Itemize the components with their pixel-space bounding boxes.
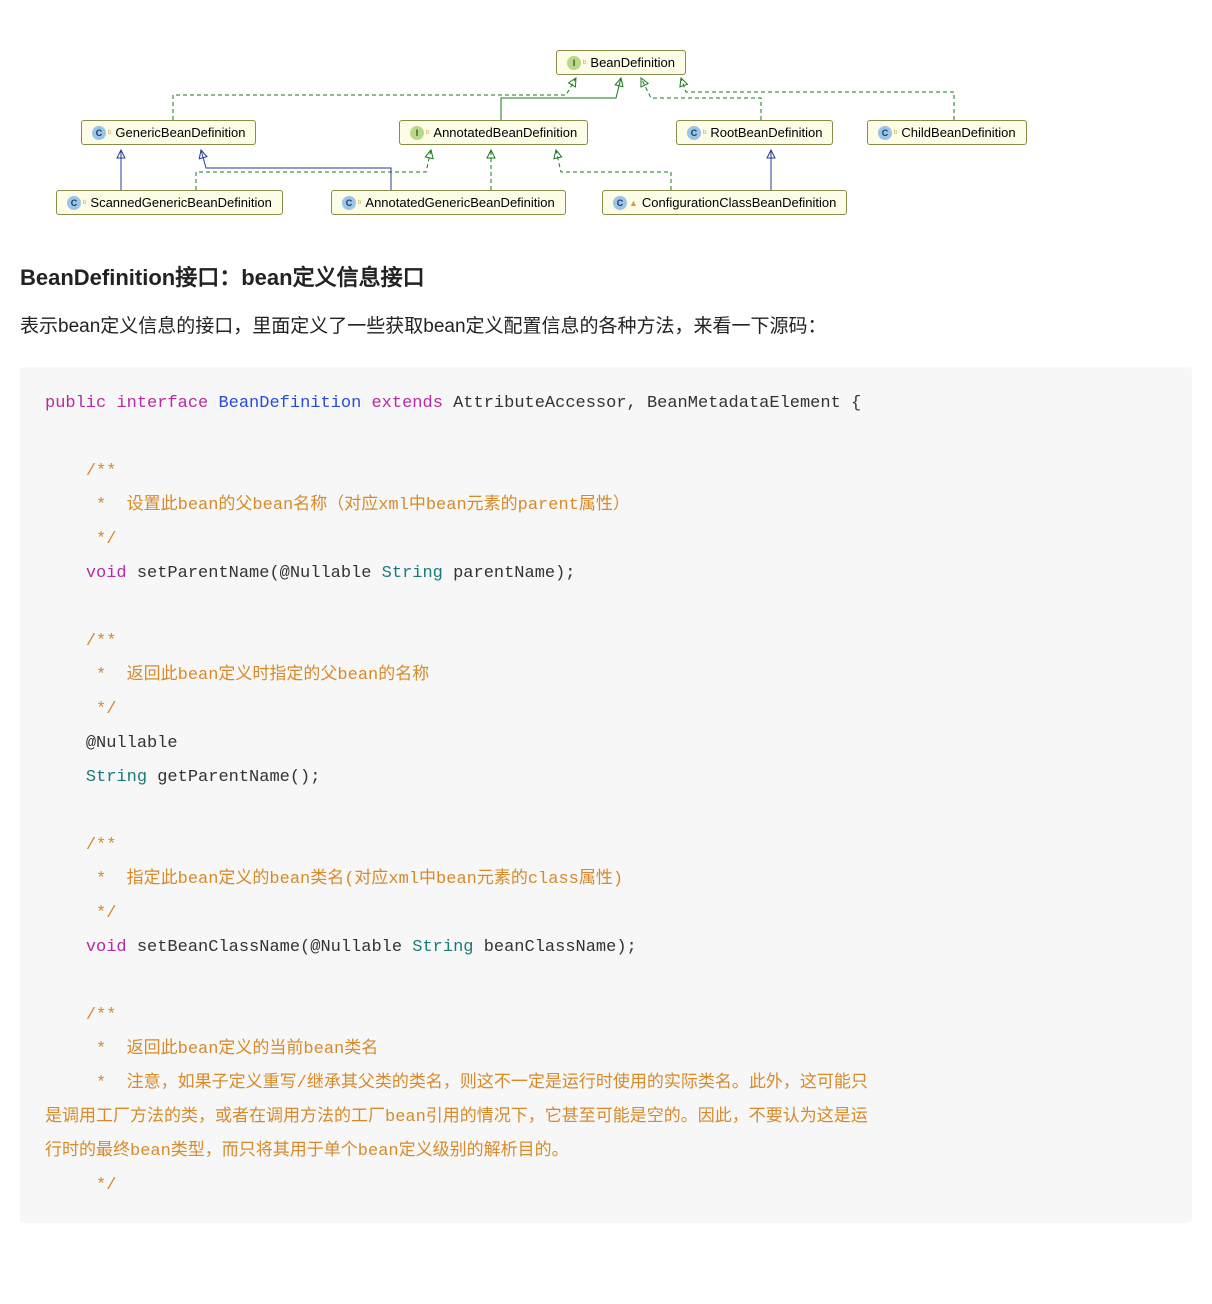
class-icon: C bbox=[67, 196, 81, 210]
sub-icon: ᵇ bbox=[358, 198, 361, 208]
class-icon: C bbox=[878, 126, 892, 140]
uml-label: RootBeanDefinition bbox=[710, 125, 822, 140]
uml-box-bd: Iᵇ BeanDefinition bbox=[556, 50, 686, 75]
code-comment: 是调用工厂方法的类，或者在调用方法的工厂bean引用的情况下，它甚至可能是空的。… bbox=[45, 1108, 868, 1127]
uml-label: ScannedGenericBeanDefinition bbox=[90, 195, 271, 210]
body-paragraph: 表示bean定义信息的接口，里面定义了一些获取bean定义配置信息的各种方法，来… bbox=[20, 312, 1192, 342]
code-comment: * 注意，如果子定义重写/继承其父类的类名，则这不一定是运行时使用的实际类名。此… bbox=[86, 1074, 868, 1093]
code-comment: /** bbox=[86, 462, 117, 481]
sub-icon: ᵇ bbox=[426, 128, 429, 138]
code-text: setParentName(@Nullable bbox=[127, 564, 382, 583]
code-keyword: void bbox=[86, 938, 127, 957]
code-text: setBeanClassName(@Nullable bbox=[127, 938, 413, 957]
uml-box-agbd: Cᵇ AnnotatedGenericBeanDefinition bbox=[331, 190, 566, 215]
uml-label: ChildBeanDefinition bbox=[901, 125, 1015, 140]
class-icon: C bbox=[92, 126, 106, 140]
class-diagram: Iᵇ BeanDefinition Cᵇ GenericBeanDefinition I… bbox=[21, 20, 1191, 220]
code-type: String bbox=[86, 768, 147, 787]
code-keyword: public bbox=[45, 394, 106, 413]
code-text: getParentName(); bbox=[147, 768, 320, 787]
class-icon: C bbox=[613, 196, 627, 210]
code-text: parentName); bbox=[443, 564, 576, 583]
code-comment: * 设置此bean的父bean名称（对应xml中bean元素的parent属性） bbox=[86, 496, 630, 515]
uml-box-abd: Iᵇ AnnotatedBeanDefinition bbox=[399, 120, 588, 145]
impl-icon: ▲ bbox=[629, 198, 638, 208]
code-classname: BeanDefinition bbox=[218, 394, 361, 413]
uml-box-cbd: Cᵇ ChildBeanDefinition bbox=[867, 120, 1027, 145]
code-comment: /** bbox=[86, 1006, 117, 1025]
uml-box-sgbd: Cᵇ ScannedGenericBeanDefinition bbox=[56, 190, 283, 215]
sub-icon: ᵇ bbox=[83, 198, 86, 208]
uml-label: BeanDefinition bbox=[590, 55, 675, 70]
code-keyword: void bbox=[86, 564, 127, 583]
interface-icon: I bbox=[410, 126, 424, 140]
interface-icon: I bbox=[567, 56, 581, 70]
code-type: String bbox=[382, 564, 443, 583]
code-comment: /** bbox=[86, 836, 117, 855]
uml-label: GenericBeanDefinition bbox=[115, 125, 245, 140]
sub-icon: ᵇ bbox=[703, 128, 706, 138]
class-icon: C bbox=[342, 196, 356, 210]
code-text: AttributeAccessor, BeanMetadataElement { bbox=[453, 394, 861, 413]
uml-box-rbd: Cᵇ RootBeanDefinition bbox=[676, 120, 833, 145]
uml-box-ccbd: C▲ ConfigurationClassBeanDefinition bbox=[602, 190, 847, 215]
code-comment: */ bbox=[86, 530, 117, 549]
uml-label: AnnotatedGenericBeanDefinition bbox=[365, 195, 554, 210]
code-comment: /** bbox=[86, 632, 117, 651]
code-comment: */ bbox=[86, 904, 117, 923]
code-comment: 行时的最终bean类型，而只将其用于单个bean定义级别的解析目的。 bbox=[45, 1142, 569, 1161]
section-heading: BeanDefinition接口：bean定义信息接口 bbox=[20, 260, 1192, 292]
code-type: String bbox=[412, 938, 473, 957]
sub-icon: ᵇ bbox=[894, 128, 897, 138]
sub-icon: ᵇ bbox=[583, 58, 586, 68]
uml-label: ConfigurationClassBeanDefinition bbox=[642, 195, 836, 210]
code-keyword: interface bbox=[116, 394, 208, 413]
code-text: @Nullable bbox=[86, 734, 178, 753]
code-comment: */ bbox=[86, 700, 117, 719]
code-keyword: extends bbox=[371, 394, 442, 413]
code-text: beanClassName); bbox=[474, 938, 637, 957]
code-comment: * 指定此bean定义的bean类名(对应xml中bean元素的class属性) bbox=[86, 870, 623, 889]
code-comment: */ bbox=[86, 1176, 117, 1195]
uml-label: AnnotatedBeanDefinition bbox=[433, 125, 577, 140]
class-icon: C bbox=[687, 126, 701, 140]
code-comment: * 返回此bean定义的当前bean类名 bbox=[86, 1040, 378, 1059]
code-comment: * 返回此bean定义时指定的父bean的名称 bbox=[86, 666, 429, 685]
uml-box-gbd: Cᵇ GenericBeanDefinition bbox=[81, 120, 256, 145]
code-block: public interface BeanDefinition extends … bbox=[20, 367, 1192, 1223]
sub-icon: ᵇ bbox=[108, 128, 111, 138]
